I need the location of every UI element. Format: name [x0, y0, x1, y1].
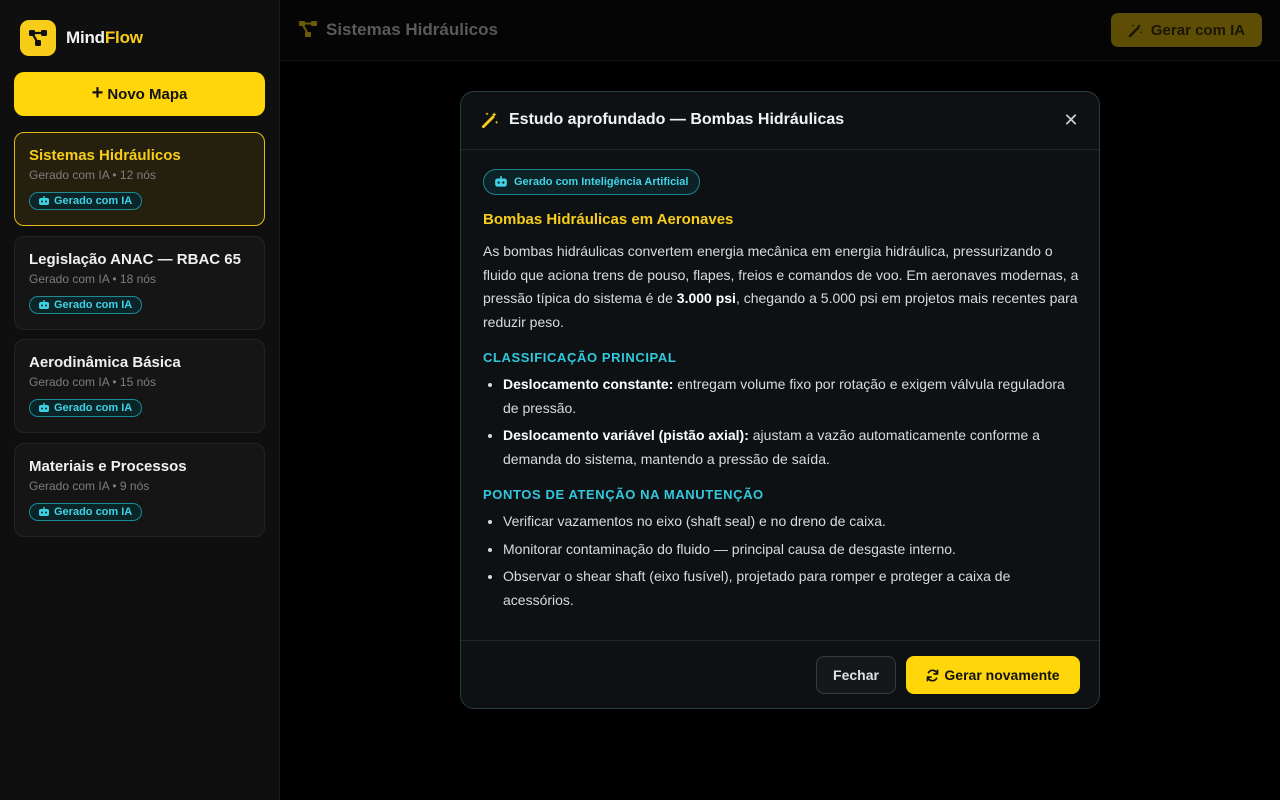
- sitemap-icon: [299, 21, 317, 37]
- robot-icon: [39, 300, 49, 309]
- content-heading: Bombas Hidráulicas em Aeronaves: [483, 211, 734, 228]
- close-icon[interactable]: ✕: [1061, 109, 1081, 131]
- ai-badge-label: Gerado com IA: [54, 195, 133, 207]
- topbar: Sistemas Hidráulicos Gerar com IA: [280, 0, 1280, 61]
- brand[interactable]: MindFlow: [20, 20, 143, 56]
- modal-title: Estudo aprofundado — Bombas Hidráulicas: [509, 111, 845, 128]
- map-card-meta: Gerado com IA • 12 nós: [29, 168, 156, 182]
- list-item: Deslocamento constante: entregam volume …: [503, 373, 1079, 420]
- regenerate-label: Gerar novamente: [944, 667, 1060, 683]
- map-card-materiais-processos[interactable]: Materiais e Processos Gerado com IA • 9 …: [14, 443, 265, 537]
- list-item: Deslocamento variável (pistão axial): aj…: [503, 424, 1079, 471]
- map-card-title: Legislação ANAC — RBAC 65: [29, 251, 241, 268]
- list-item-bold: Deslocamento variável (pistão axial):: [503, 427, 749, 443]
- deep-study-modal: Estudo aprofundado — Bombas Hidráulicas …: [460, 91, 1100, 709]
- new-map-label: Novo Mapa: [107, 85, 188, 103]
- ai-badge: Gerado com IA: [29, 399, 143, 417]
- ai-badge-label: Gerado com IA: [54, 506, 133, 518]
- close-button[interactable]: Fechar: [816, 656, 896, 694]
- robot-icon: [495, 176, 507, 187]
- map-card-title: Aerodinâmica Básica: [29, 354, 181, 371]
- maintenance-list: Verificar vazamentos no eixo (shaft seal…: [483, 510, 1079, 612]
- regenerate-button[interactable]: Gerar novamente: [906, 656, 1080, 694]
- ai-badge: Gerado com IA: [29, 192, 143, 210]
- content-paragraph: As bombas hidráulicas convertem energia …: [483, 240, 1079, 334]
- ai-badge-label: Gerado com IA: [54, 402, 133, 414]
- generate-ai-button[interactable]: Gerar com IA: [1111, 13, 1262, 47]
- brand-name: MindFlow: [66, 28, 143, 48]
- map-card-meta: Gerado com IA • 15 nós: [29, 375, 156, 389]
- robot-icon: [39, 196, 49, 205]
- share-nodes-icon: [20, 20, 56, 56]
- map-card-sistemas-hidraulicos[interactable]: Sistemas Hidráulicos Gerado com IA • 12 …: [14, 132, 265, 226]
- list-item: Verificar vazamentos no eixo (shaft seal…: [503, 510, 1079, 534]
- map-card-aerodinamica-basica[interactable]: Aerodinâmica Básica Gerado com IA • 15 n…: [14, 339, 265, 433]
- list-item: Observar o shear shaft (eixo fusível), p…: [503, 565, 1079, 612]
- modal-body: Gerado com Inteligência Artificial Bomba…: [483, 169, 1079, 616]
- paragraph-bold: 3.000 psi: [676, 290, 736, 306]
- brand-name-part2: Flow: [104, 28, 143, 47]
- ai-badge-label: Gerado com IA: [54, 299, 133, 311]
- ai-pill-label: Gerado com Inteligência Artificial: [514, 176, 689, 188]
- refresh-icon: [927, 669, 939, 681]
- classification-list: Deslocamento constante: entregam volume …: [483, 373, 1079, 471]
- brand-name-part1: Mind: [66, 28, 105, 47]
- generate-ai-label: Gerar com IA: [1150, 21, 1246, 39]
- map-card-meta: Gerado com IA • 9 nós: [29, 479, 150, 493]
- list-item-bold: Deslocamento constante:: [503, 376, 674, 392]
- magic-wand-icon: [481, 112, 499, 129]
- magic-wand-icon: [1128, 23, 1143, 37]
- sidebar: MindFlow + Novo Mapa Sistemas Hidráulico…: [0, 0, 280, 800]
- robot-icon: [39, 403, 49, 412]
- map-card-title: Sistemas Hidráulicos: [29, 147, 181, 164]
- ai-badge: Gerado com IA: [29, 503, 143, 521]
- page-title: Sistemas Hidráulicos: [326, 20, 498, 39]
- map-card-legislacao-anac[interactable]: Legislação ANAC — RBAC 65 Gerado com IA …: [14, 236, 265, 330]
- modal-header: Estudo aprofundado — Bombas Hidráulicas …: [461, 92, 1099, 150]
- plus-icon: +: [91, 82, 104, 104]
- map-card-title: Materiais e Processos: [29, 458, 187, 475]
- ai-generated-pill: Gerado com Inteligência Artificial: [483, 169, 701, 195]
- new-map-button[interactable]: + Novo Mapa: [14, 72, 265, 116]
- modal-footer: Fechar Gerar novamente: [461, 640, 1099, 708]
- section-title-classification: CLASSIFICAÇÃO PRINCIPAL: [483, 350, 677, 365]
- robot-icon: [39, 507, 49, 516]
- section-title-maintenance: PONTOS DE ATENÇÃO NA MANUTENÇÃO: [483, 487, 764, 502]
- ai-badge: Gerado com IA: [29, 296, 143, 314]
- map-card-meta: Gerado com IA • 18 nós: [29, 272, 156, 286]
- list-item: Monitorar contaminação do fluido — princ…: [503, 538, 1079, 562]
- app: MindFlow + Novo Mapa Sistemas Hidráulico…: [0, 0, 1280, 800]
